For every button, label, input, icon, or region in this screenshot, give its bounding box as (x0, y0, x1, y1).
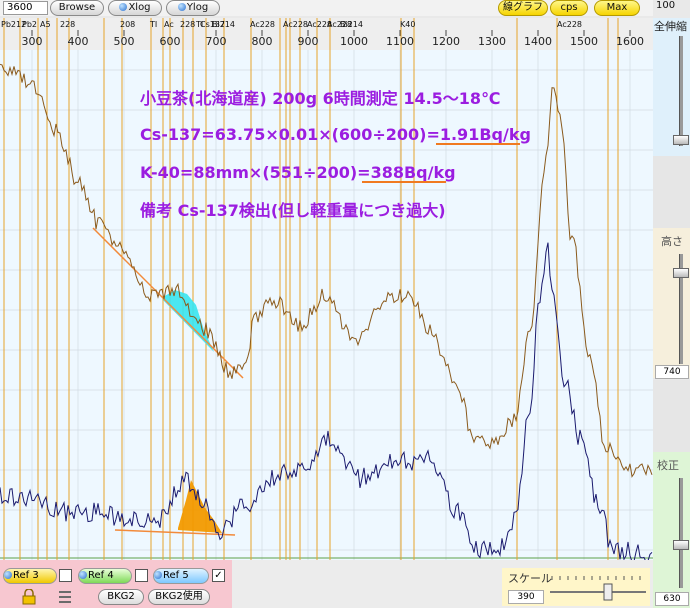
height-slider-thumb[interactable] (673, 268, 689, 278)
calibration-slider-track[interactable] (679, 478, 683, 588)
overall-scale-panel: 全伸縮 (653, 18, 690, 156)
radio-dot-icon (79, 571, 87, 579)
scale-value: 390 (508, 590, 544, 604)
radio-dot-icon (154, 571, 162, 579)
peak-label: TI (149, 20, 157, 29)
calibration-value: 630 (655, 592, 689, 606)
height-label: 高さ (661, 235, 683, 248)
zoom-value: 100 (656, 0, 676, 11)
peak-label: A5 (40, 20, 51, 29)
annotation-line-4: 備考 Cs-137検出(但し軽重量につき過大) (140, 201, 446, 220)
peak-label: Cs137 (200, 20, 225, 29)
gridlines (0, 30, 653, 560)
tick-label: 800 (252, 35, 273, 48)
lock-icon[interactable] (22, 589, 36, 605)
ref3-checkbox[interactable] (59, 569, 72, 582)
annotation-line-2-result: 1.91Bq/kg (440, 125, 531, 144)
overall-scale-label: 全伸縮 (654, 20, 687, 33)
spectrum-lower-line (0, 242, 653, 560)
tick-label: 300 (22, 35, 43, 48)
tick-label: 1600 (616, 35, 644, 48)
tick-label: 1400 (524, 35, 552, 48)
tick-label: 500 (114, 35, 135, 48)
peak-label: Ac228 (557, 20, 582, 29)
bkg2-button[interactable]: BKG2 (98, 589, 144, 605)
ref4-label: Ref 4 (88, 570, 114, 581)
tick-label: 1200 (432, 35, 460, 48)
panel-spacer (653, 156, 690, 228)
ref5-checkbox[interactable]: ✓ (212, 569, 225, 582)
height-value: 740 (655, 365, 689, 379)
annotation-line-2-prefix: Cs-137=63.75×0.01×(600÷200)= (140, 125, 440, 144)
calibration-slider-thumb[interactable] (673, 540, 689, 550)
tick-label: 700 (206, 35, 227, 48)
calibration-label: 校正 (657, 459, 679, 472)
ref3-label: Ref 3 (13, 570, 39, 581)
tick-label: 1000 (340, 35, 368, 48)
tick-label: 1500 (570, 35, 598, 48)
calibration-panel: 校正 (653, 452, 690, 608)
ref3-button[interactable]: Ref 3 (3, 568, 57, 584)
bars-icon[interactable] (58, 589, 72, 605)
overall-scale-thumb[interactable] (673, 135, 689, 145)
peak-label: K40 (400, 20, 415, 29)
tick-label: 1100 (386, 35, 414, 48)
peak-label: Bi214 (340, 20, 363, 29)
radio-dot-icon (4, 571, 12, 579)
annotation-line-2: Cs-137=63.75×0.01×(600÷200)=1.91Bq/kg (140, 125, 531, 144)
peak-label: Ac228 (283, 20, 308, 29)
annotation-line-3-prefix: K-40=88mm×(551÷200)= (140, 163, 371, 182)
peak-label: 208 (120, 20, 135, 29)
scale-label: スケール (508, 572, 552, 585)
ref4-checkbox[interactable] (135, 569, 148, 582)
overall-scale-track[interactable] (679, 36, 683, 146)
height-panel: 高さ (653, 228, 690, 378)
peak-label: 228 (60, 20, 75, 29)
tick-label: 400 (68, 35, 89, 48)
tick-label: 900 (298, 35, 319, 48)
peak-label: Ac (164, 20, 174, 29)
cs137-peak-area-lower (178, 480, 222, 533)
scale-slider-thumb[interactable] (603, 583, 613, 601)
annotation-line-3: K-40=88mm×(551÷200)=388Bq/kg (140, 163, 456, 182)
annotation-line-1: 小豆茶(北海道産) 200g 6時間測定 14.5〜18℃ (140, 89, 500, 108)
peak-label: 228 (180, 20, 195, 29)
tick-label: 600 (160, 35, 181, 48)
ref5-label: Ref 5 (163, 570, 189, 581)
scale-slider[interactable] (548, 572, 648, 606)
bkg2-use-button[interactable]: BKG2使用 (148, 589, 210, 605)
spectrum-svg: 300 400 500 600 700 800 900 1000 1100 1200 1300 140… (0, 18, 653, 560)
peak-labels: Pb212Pb2 A5 228 TI208 Ac 228 TI Bi214Cs137 Ac228… (1, 20, 582, 29)
tick-label: 1300 (478, 35, 506, 48)
annotation-line-3-result: 388Bq/kg (371, 163, 456, 182)
peak-label: Pb2 (22, 20, 37, 29)
axis-tick-labels: 300 400 500 600 700 800 900 1000 1100 1200 1300 140… (22, 35, 645, 48)
peak-label: Ac228 (250, 20, 275, 29)
panel-spacer-2 (653, 380, 690, 452)
ref5-button[interactable]: Ref 5 (153, 568, 209, 584)
ref4-button[interactable]: Ref 4 (78, 568, 132, 584)
